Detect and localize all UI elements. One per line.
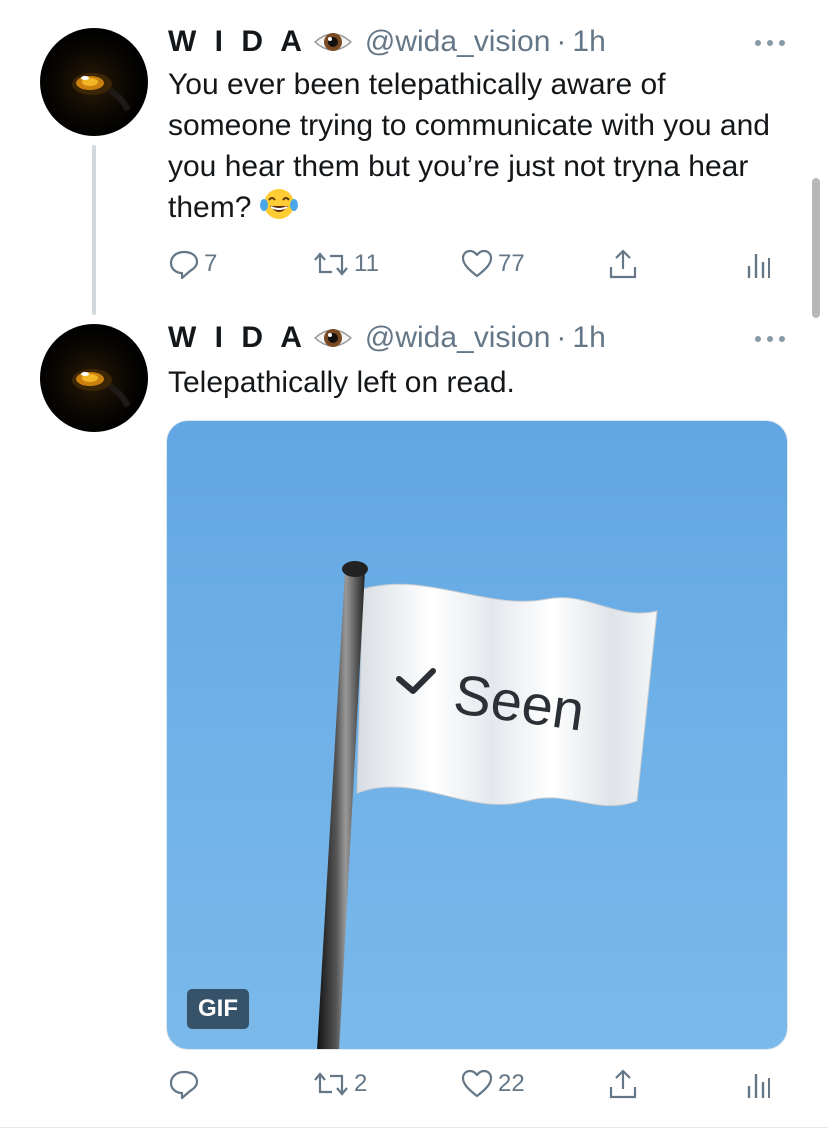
analytics-icon [746,248,770,280]
eye-emoji-icon [313,28,353,56]
seen-flag-illustration [317,561,658,1049]
retweet-button[interactable]: 11 [312,244,379,284]
analytics-icon [746,1068,770,1100]
retweet-count: 11 [354,250,379,277]
tweet-text-content: You ever been telepathically aware of so… [168,68,770,224]
timestamp[interactable]: 1h [572,25,605,59]
avatar[interactable] [40,28,148,136]
gif-badge: GIF [187,989,249,1029]
reply-icon [168,248,200,280]
author-handle[interactable]: @wida_vision [365,25,551,59]
retweet-icon [312,1068,350,1100]
eye-emoji-icon [313,324,353,352]
more-icon[interactable] [752,36,788,48]
heart-icon [460,248,494,280]
share-button[interactable] [606,1064,640,1104]
retweet-icon [312,248,350,280]
tweet-header: W I D A @wida_vision · 1h [168,24,606,60]
thread-line [92,145,96,315]
tweet-text: Telepathically left on read. [168,366,515,399]
avatar[interactable] [40,324,148,432]
like-count: 77 [498,250,525,277]
retweet-count: 2 [354,1070,368,1097]
share-button[interactable] [606,244,640,284]
gif-media[interactable]: Seen GIF [166,420,788,1050]
analytics-button[interactable] [746,244,770,284]
like-button[interactable]: 77 [460,244,525,284]
reply-button[interactable] [168,1064,204,1104]
reply-button[interactable]: 7 [168,244,217,284]
separator-dot: · [556,25,567,58]
tweet-actions: 7 11 77 [168,244,788,284]
author-name[interactable]: W I D A [168,25,307,59]
separator-dot: · [556,321,567,354]
retweet-button[interactable]: 2 [312,1064,367,1104]
reply-count: 7 [204,250,218,277]
like-button[interactable]: 22 [460,1064,525,1104]
tweet-actions: 2 22 [168,1064,788,1104]
share-icon [606,247,640,281]
timestamp[interactable]: 1h [572,321,605,355]
face-with-tears-of-joy-icon [259,187,298,221]
analytics-button[interactable] [746,1064,770,1104]
more-icon[interactable] [752,332,788,344]
tweet-header: W I D A @wida_vision · 1h [168,320,606,356]
author-name[interactable]: W I D A [168,321,307,355]
author-handle[interactable]: @wida_vision [365,321,551,355]
tweet-text: You ever been telepathically aware of so… [168,64,788,228]
reply-icon [168,1068,200,1100]
like-count: 22 [498,1070,525,1097]
tweet[interactable]: W I D A @wida_vision · 1h You ever been … [0,0,828,315]
heart-icon [460,1068,494,1100]
share-icon [606,1067,640,1101]
